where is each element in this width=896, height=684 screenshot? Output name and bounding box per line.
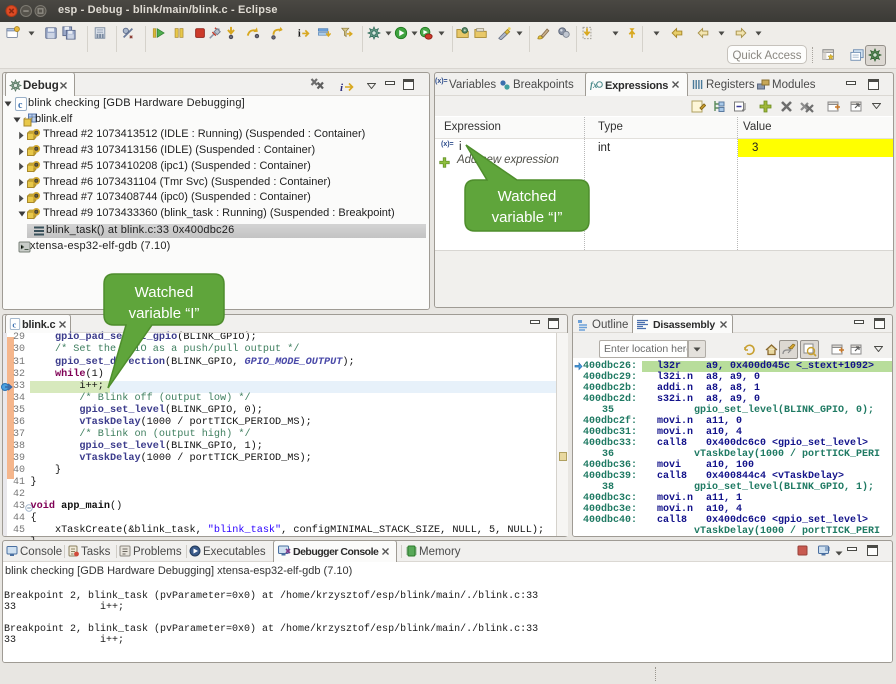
svg-text:c: c	[18, 100, 23, 111]
svg-text:i: i	[298, 29, 301, 40]
svg-text:c: c	[12, 319, 16, 329]
svg-text:i: i	[340, 82, 344, 93]
